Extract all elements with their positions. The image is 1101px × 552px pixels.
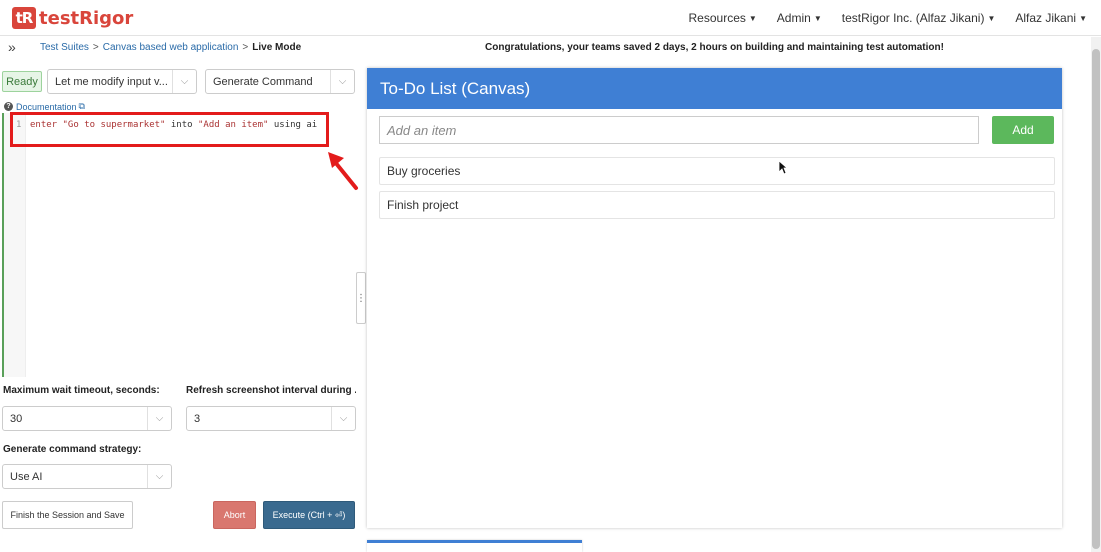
panel-splitter-handle[interactable]: ⋮ <box>356 272 366 324</box>
execute-button[interactable]: Execute (Ctrl + ⏎) <box>263 501 355 529</box>
chevron-down-icon: ⌵ <box>172 70 196 93</box>
chevron-down-icon: ⌵ <box>147 465 171 488</box>
generate-command-select[interactable]: Generate Command ⌵ <box>205 69 355 94</box>
max-wait-select[interactable]: 30 ⌵ <box>2 406 172 431</box>
nav-resources[interactable]: Resources ▼ <box>689 11 757 25</box>
breadcrumb-current: Live Mode <box>252 42 302 53</box>
nav-user-menu[interactable]: Alfaz Jikani ▼ <box>1015 11 1087 25</box>
finish-session-button[interactable]: Finish the Session and Save <box>2 501 133 529</box>
mode-select[interactable]: Let me modify input v... ⌵ <box>47 69 197 94</box>
top-navbar: tR testRigor Resources ▼ Admin ▼ testRigor… <box>0 0 1101 36</box>
mode-select-value: Let me modify input v... <box>55 75 168 88</box>
logo-mark: tR <box>12 7 36 29</box>
scrollbar-thumb[interactable] <box>1092 49 1100 549</box>
code-editor[interactable]: 1 enter "Go to supermarket" into "Add an… <box>2 113 355 377</box>
sidebar-toggle-icon[interactable]: » <box>8 39 16 55</box>
breadcrumb-separator: > <box>92 42 99 53</box>
nav-resources-label: Resources <box>688 11 746 25</box>
add-item-button[interactable]: Add <box>992 116 1054 144</box>
top-nav-menu: Resources ▼ Admin ▼ testRigor Inc. (Alfaz … <box>669 11 1087 25</box>
abort-button[interactable]: Abort <box>213 501 256 529</box>
breadcrumb-test-suites[interactable]: Test Suites <box>40 42 89 53</box>
question-icon: ? <box>4 102 13 111</box>
todo-list-item[interactable]: Finish project <box>379 191 1055 219</box>
editor-gutter: 1 <box>4 113 26 377</box>
chevron-down-icon: ⌵ <box>331 407 355 430</box>
congrats-message: Congratulations, your teams saved 2 days… <box>485 42 944 53</box>
nav-user-label: Alfaz Jikani <box>1015 11 1077 25</box>
breadcrumb-suite[interactable]: Canvas based web application <box>103 42 239 53</box>
nav-admin[interactable]: Admin ▼ <box>777 11 822 25</box>
canvas-app-title: To-Do List (Canvas) <box>367 68 1062 109</box>
add-item-input[interactable]: Add an item <box>379 116 979 144</box>
mouse-cursor-icon <box>778 160 788 175</box>
nav-organization-label: testRigor Inc. (Alfaz Jikani) <box>841 11 985 25</box>
documentation-label: Documentation <box>16 101 77 112</box>
documentation-link[interactable]: ? Documentation ⧉ <box>4 101 85 112</box>
nav-organization[interactable]: testRigor Inc. (Alfaz Jikani) ▼ <box>842 11 996 25</box>
testrigor-logo[interactable]: tR testRigor <box>12 7 133 29</box>
strategy-label: Generate command strategy: <box>3 444 142 455</box>
strategy-value: Use AI <box>10 470 43 483</box>
refresh-interval-label: Refresh screenshot interval during ... <box>186 385 356 396</box>
refresh-interval-select[interactable]: 3 ⌵ <box>186 406 356 431</box>
breadcrumb: Test Suites > Canvas based web application… <box>40 42 301 53</box>
annotation-highlight-box <box>10 112 329 147</box>
breadcrumb-bar: » Test Suites > Canvas based web applicati… <box>0 37 1090 61</box>
breadcrumb-separator: > <box>242 42 249 53</box>
strategy-select[interactable]: Use AI ⌵ <box>2 464 172 489</box>
refresh-interval-value: 3 <box>194 412 201 425</box>
chevron-down-icon: ▼ <box>748 14 757 24</box>
page-scrollbar[interactable] <box>1091 37 1101 552</box>
nav-admin-label: Admin <box>776 11 811 25</box>
chevron-down-icon: ⌵ <box>330 70 354 93</box>
annotation-arrow-icon <box>328 152 358 190</box>
status-badge: Ready <box>2 71 42 92</box>
canvas-app-panel: To-Do List (Canvas) Add an item Add Buy … <box>367 68 1062 528</box>
max-wait-value: 30 <box>10 412 23 425</box>
generate-command-value: Generate Command <box>213 75 313 88</box>
chevron-down-icon: ▼ <box>813 14 822 24</box>
todo-list-item[interactable]: Buy groceries <box>379 157 1055 185</box>
secondary-panel-edge <box>367 540 582 552</box>
max-wait-label: Maximum wait timeout, seconds: <box>3 385 160 396</box>
external-link-icon: ⧉ <box>78 101 85 111</box>
chevron-down-icon: ▼ <box>1079 14 1087 24</box>
chevron-down-icon: ⌵ <box>147 407 171 430</box>
logo-text: testRigor <box>39 7 134 29</box>
chevron-down-icon: ▼ <box>987 14 996 24</box>
